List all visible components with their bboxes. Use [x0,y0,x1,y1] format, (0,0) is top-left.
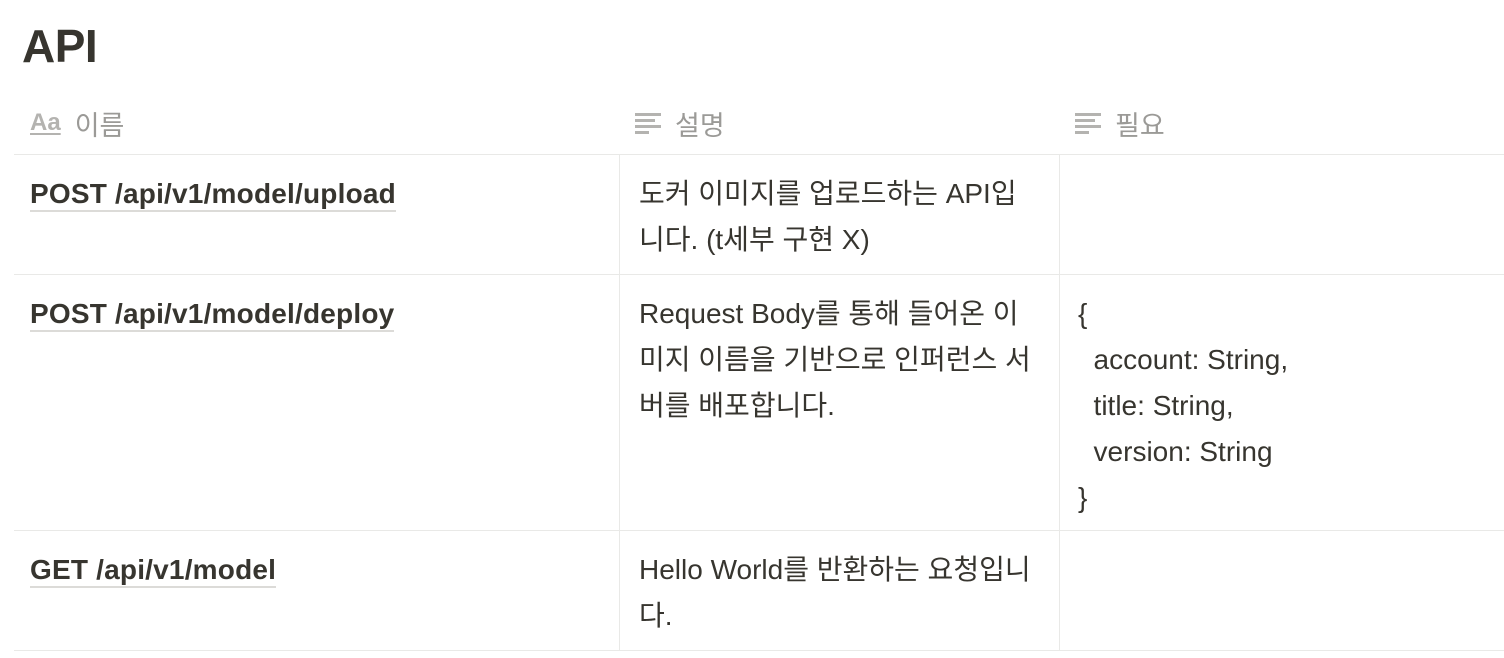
required-cell[interactable] [1059,531,1504,650]
description-cell[interactable]: Hello World를 반환하는 요청입니다. [619,531,1059,650]
table-row[interactable]: POST /api/v1/model/upload 도커 이미지를 업로드하는 … [14,155,1504,275]
text-property-icon [1075,112,1101,134]
table-row[interactable]: POST /api/v1/model/deploy Request Body를 … [14,275,1504,531]
page-title[interactable]: API [22,16,98,76]
description-cell[interactable]: Request Body를 통해 들어온 이미지 이름을 기반으로 인퍼런스 서… [619,275,1059,530]
table-row[interactable]: GET /api/v1/model Hello World를 반환하는 요청입니… [14,531,1504,651]
column-header-name[interactable]: Aa 이름 [14,92,619,154]
text-property-icon [635,112,661,134]
column-header-label: 필요 [1115,110,1165,141]
name-cell[interactable]: GET /api/v1/model [14,531,619,650]
column-header-required[interactable]: 필요 [1059,92,1504,154]
column-header-label: 설명 [675,110,725,141]
table-header-row: Aa 이름 설명 필요 [14,92,1504,155]
name-cell[interactable]: POST /api/v1/model/deploy [14,275,619,530]
row-title-link[interactable]: GET /api/v1/model [30,554,277,588]
required-cell[interactable]: { account: String, title: String, versio… [1059,275,1504,530]
title-property-icon: Aa [30,109,61,136]
description-cell[interactable]: 도커 이미지를 업로드하는 API입니다. (t세부 구현 X) [619,155,1059,274]
row-title-link[interactable]: POST /api/v1/model/upload [30,178,396,212]
row-title-link[interactable]: POST /api/v1/model/deploy [30,298,395,332]
column-header-label: 이름 [74,110,125,141]
required-cell[interactable] [1059,155,1504,274]
database-table: Aa 이름 설명 필요 POST /api/v1/model/upload 도커… [14,92,1504,651]
column-header-description[interactable]: 설명 [619,92,1059,154]
required-text: { account: String, title: String, versio… [1078,298,1289,513]
name-cell[interactable]: POST /api/v1/model/upload [14,155,619,274]
